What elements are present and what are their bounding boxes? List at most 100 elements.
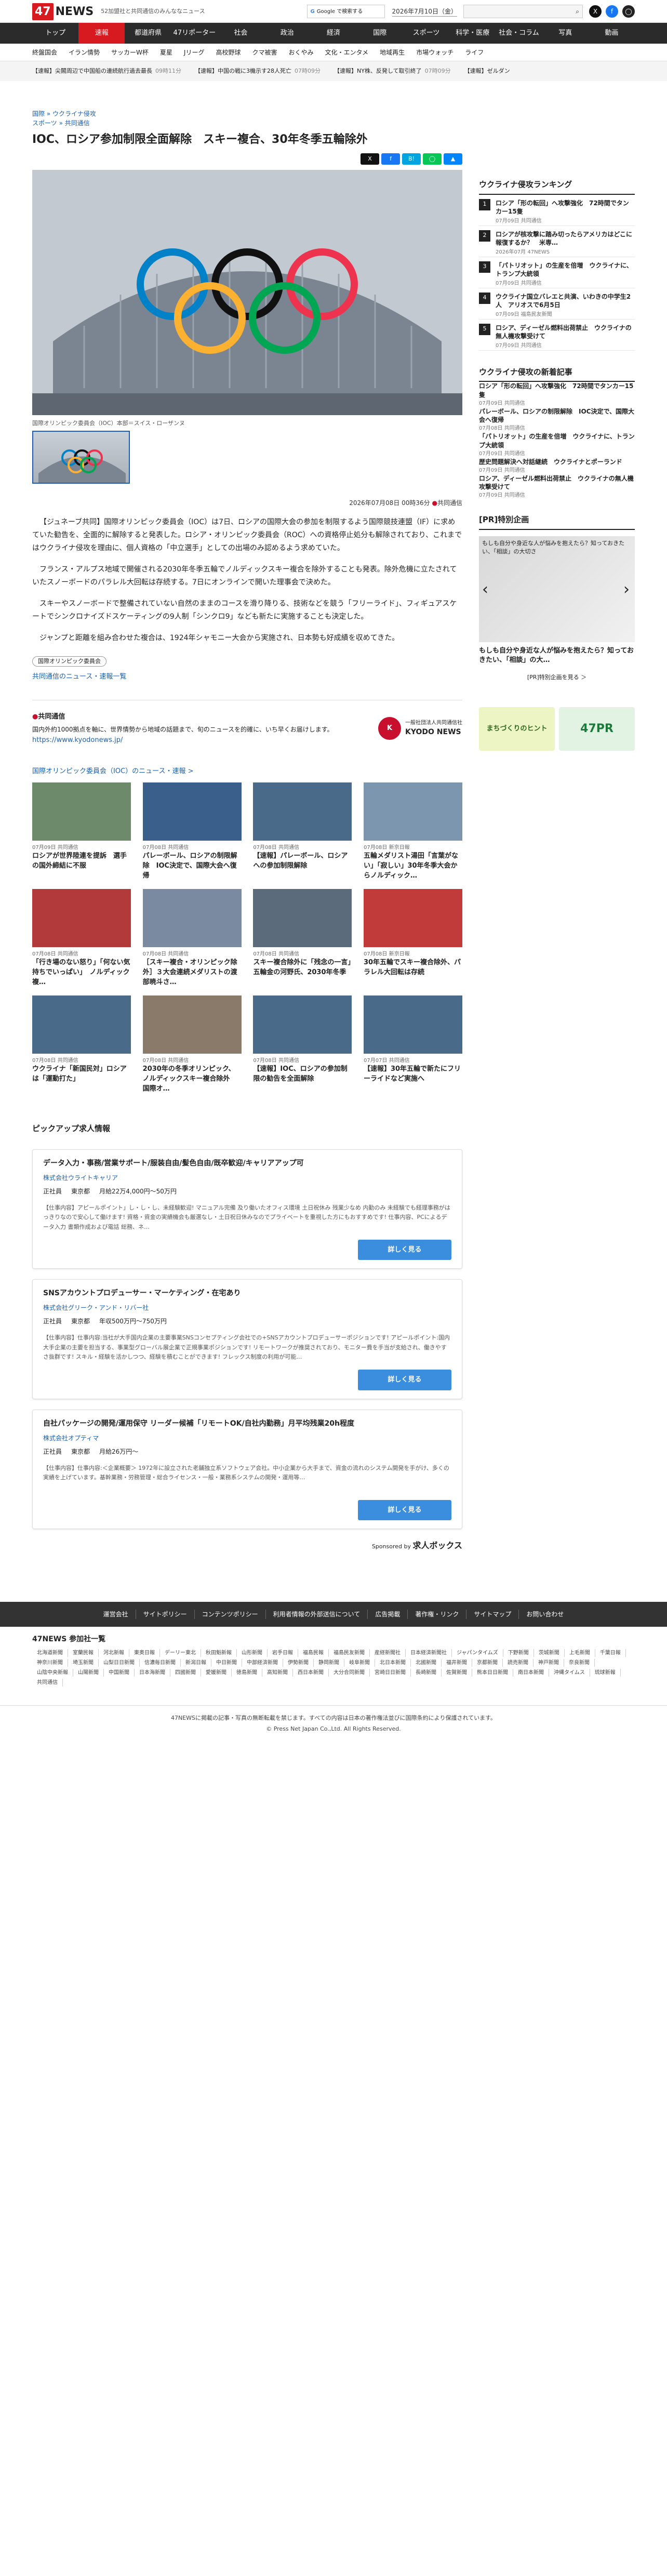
member-paper-link[interactable]: 千葉日報 xyxy=(595,1649,626,1657)
member-paper-link[interactable]: 沖縄タイムス xyxy=(549,1669,590,1677)
member-paper-link[interactable]: 日本海新聞 xyxy=(135,1669,170,1677)
kyujinbox-logo[interactable]: 求人ボックス xyxy=(412,1541,462,1550)
subnav-item[interactable]: 終盤国会 xyxy=(32,48,57,57)
related-card[interactable]: 07月08日 共同通信 【速報】IOC、ロシアの参加制限の勧告を全面解除 xyxy=(253,995,352,1094)
new-article-item[interactable]: 歴史問題解決へ対話継続 ウクライナとポーランド 07月09日 共同通信 xyxy=(479,457,635,474)
member-paper-link[interactable]: 埼玉新聞 xyxy=(68,1659,99,1667)
member-paper-link[interactable]: 愛媛新聞 xyxy=(201,1669,232,1677)
related-card[interactable]: 07月08日 新京日報 五輪メダリスト湯田「言葉がない」「寂しい」30年冬季大会か… xyxy=(363,782,462,881)
nav-item[interactable]: 都道府県 xyxy=(125,23,171,44)
member-paper-link[interactable]: 福島民友新聞 xyxy=(329,1649,370,1657)
related-card[interactable]: 07月08日 共同通信 スキー複合除外に「残念の一言」 五輪金の河野氏、2030年… xyxy=(253,889,352,987)
footer-link[interactable]: サイトポリシー xyxy=(135,1610,194,1619)
footer-link[interactable]: 著作権・リンク xyxy=(407,1610,466,1619)
nav-item[interactable]: 科学・医療 xyxy=(449,23,496,44)
pr-text[interactable]: もしも自分や身近な人が悩みを抱えたら？知っておきたい、「相談」の大… xyxy=(479,646,635,665)
nav-item[interactable]: スポーツ xyxy=(403,23,449,44)
member-paper-link[interactable]: 大分合同新聞 xyxy=(329,1669,370,1677)
site-logo[interactable]: 47 NEWS xyxy=(32,3,94,20)
job-company[interactable]: 株式会社グリーク・アンド・リバー社 xyxy=(43,1303,451,1312)
member-paper-link[interactable]: 中日新聞 xyxy=(211,1659,242,1667)
ticker-item[interactable]: 【速報】NY株、反発して取引終了 07時09分 xyxy=(334,67,451,76)
footer-link[interactable]: 運営会社 xyxy=(96,1610,136,1619)
carousel-prev-icon[interactable]: ‹ xyxy=(482,578,488,601)
member-paper-link[interactable]: 日本経済新聞社 xyxy=(406,1649,452,1657)
member-paper-link[interactable]: 山陽新聞 xyxy=(73,1669,104,1677)
subnav-item[interactable]: 高校野球 xyxy=(216,48,241,57)
nav-item[interactable]: 47リポーターズ xyxy=(171,23,218,58)
job-title[interactable]: データ入力・事務/営業サポート/服装自由/髪色自由/既卒歓迎/キャリアアップ可 xyxy=(43,1158,451,1169)
breadcrumb-link[interactable]: ウクライナ侵攻 xyxy=(52,110,96,117)
member-paper-link[interactable]: 秋田魁新報 xyxy=(201,1649,237,1657)
member-paper-link[interactable]: 四國新聞 xyxy=(170,1669,201,1677)
member-paper-link[interactable]: 上毛新聞 xyxy=(565,1649,595,1657)
member-paper-link[interactable]: 徳島新聞 xyxy=(232,1669,262,1677)
nav-item[interactable]: 社会・コラム xyxy=(496,23,542,44)
footer-link[interactable]: お問い合わせ xyxy=(518,1610,571,1619)
pr-more-link[interactable]: [PR]特別企画を見る ＞ xyxy=(479,673,635,682)
member-paper-link[interactable]: 福島民報 xyxy=(298,1649,329,1657)
related-card[interactable]: 07月07日 共同通信 【速報】30年五輪で新たにフリーライドなど実施へ xyxy=(363,995,462,1094)
breadcrumb-link[interactable]: 共同通信 xyxy=(65,119,90,127)
member-paper-link[interactable]: 佐賀新聞 xyxy=(442,1669,472,1677)
facebook-icon[interactable]: f xyxy=(606,5,618,18)
subnav-item[interactable]: 市場ウォッチ xyxy=(416,48,453,57)
subnav-item[interactable]: イラン情勢 xyxy=(69,48,100,57)
nav-item[interactable]: 政治 xyxy=(264,23,310,44)
ranking-item[interactable]: 4 ウクライナ国立バレエと共演、いわきの中学生2人 アリオスで6月5日 07月09日… xyxy=(479,288,635,320)
job-company[interactable]: 株式会社オプティマ xyxy=(43,1433,451,1443)
job-company[interactable]: 株式会社ウライトキャリア xyxy=(43,1173,451,1183)
kyodo-logo[interactable]: K 一般社団法人共同通信社 KYODO NEWS xyxy=(378,712,462,746)
search-icon[interactable]: ⌕ xyxy=(576,7,579,16)
related-card[interactable]: 07月08日 新京日報 30年五輪でスキー複合除外、パラレル大回転は存続 xyxy=(363,889,462,987)
kyodo-url-link[interactable]: https://www.kyodonews.jp/ xyxy=(32,735,334,746)
member-paper-link[interactable]: 岐阜新聞 xyxy=(344,1659,375,1667)
member-paper-link[interactable]: 室蘭民報 xyxy=(68,1649,99,1657)
member-paper-link[interactable]: 読売新聞 xyxy=(503,1659,533,1667)
job-title[interactable]: 自社パッケージの開発/運用保守 リーダー候補「リモートOK/自社内勤務」月平均残… xyxy=(43,1418,451,1429)
breadcrumb-link[interactable]: 国際 xyxy=(32,110,45,117)
footer-link[interactable]: 広告掲載 xyxy=(367,1610,407,1619)
nav-item[interactable]: 写真 xyxy=(542,23,589,44)
search-input[interactable]: ⌕ xyxy=(463,5,583,18)
new-article-item[interactable]: 「パトリオット」の生産を倍増 ウクライナに、トランプ大統領 07月09日 共同通信 xyxy=(479,432,635,458)
subnav-item[interactable]: 夏星 xyxy=(160,48,172,57)
member-paper-link[interactable]: 福井新聞 xyxy=(442,1659,472,1667)
banner-machizukuri[interactable]: まちづくりのヒント xyxy=(479,707,555,751)
member-paper-link[interactable]: 共同通信 xyxy=(32,1679,63,1687)
member-paper-link[interactable]: 熊本日日新聞 xyxy=(472,1669,513,1677)
nav-item[interactable]: 国際 xyxy=(357,23,403,44)
share-hatena-icon[interactable]: B! xyxy=(402,153,421,165)
ticker-item[interactable]: 【速報】尖閣周辺で中国船の連続航行過去最長 09時11分 xyxy=(32,67,181,76)
article-tag[interactable]: 国際オリンピック委員会 xyxy=(32,656,106,667)
x-icon[interactable]: X xyxy=(589,5,602,18)
related-card[interactable]: 07月08日 共同通信 「行き場のない怒り」「何ない気持ちでいっぱい」 ノルディッ… xyxy=(32,889,131,987)
related-news-heading[interactable]: 国際オリンピック委員会（IOC）のニュース・速報 > xyxy=(32,766,462,777)
nav-item[interactable]: トップ xyxy=(32,23,78,44)
member-paper-link[interactable]: 静岡新聞 xyxy=(314,1659,344,1667)
member-paper-link[interactable]: 京都新聞 xyxy=(472,1659,503,1667)
footer-link[interactable]: サイトマップ xyxy=(466,1610,518,1619)
member-paper-link[interactable]: 信濃毎日新聞 xyxy=(140,1659,181,1667)
footer-link[interactable]: コンテンツポリシー xyxy=(194,1610,265,1619)
member-paper-link[interactable]: 中部経済新聞 xyxy=(242,1659,283,1667)
job-detail-button[interactable]: 詳しく見る xyxy=(358,1370,451,1390)
subnav-item[interactable]: クマ被害 xyxy=(252,48,277,57)
member-paper-link[interactable]: 伊勢新聞 xyxy=(283,1659,314,1667)
ticker-item[interactable]: 【速報】ゼルダン xyxy=(464,67,510,76)
nav-item[interactable]: 速報 xyxy=(78,23,125,44)
member-paper-link[interactable]: 中国新聞 xyxy=(104,1669,135,1677)
member-paper-link[interactable]: 長崎新聞 xyxy=(411,1669,442,1677)
share-bluesky-icon[interactable]: ▲ xyxy=(444,153,462,165)
ranking-item[interactable]: 2 ロシアが核攻撃に踏み切ったらアメリカはどこに報復するか？ 米専… 2026年07… xyxy=(479,226,635,257)
subnav-item[interactable]: 地域再生 xyxy=(380,48,405,57)
member-paper-link[interactable]: 山梨日日新聞 xyxy=(99,1659,140,1667)
member-paper-link[interactable]: 東奥日報 xyxy=(129,1649,160,1657)
footer-link[interactable]: 利用者情報の外部送信について xyxy=(265,1610,368,1619)
share-line-icon[interactable]: ◯ xyxy=(423,153,442,165)
line-icon[interactable]: ◯ xyxy=(622,5,635,18)
nav-item[interactable]: 動画 xyxy=(589,23,635,44)
member-paper-link[interactable]: 茨城新聞 xyxy=(534,1649,565,1657)
member-paper-link[interactable]: 岩手日報 xyxy=(268,1649,298,1657)
photo-thumbnail[interactable] xyxy=(32,431,130,484)
